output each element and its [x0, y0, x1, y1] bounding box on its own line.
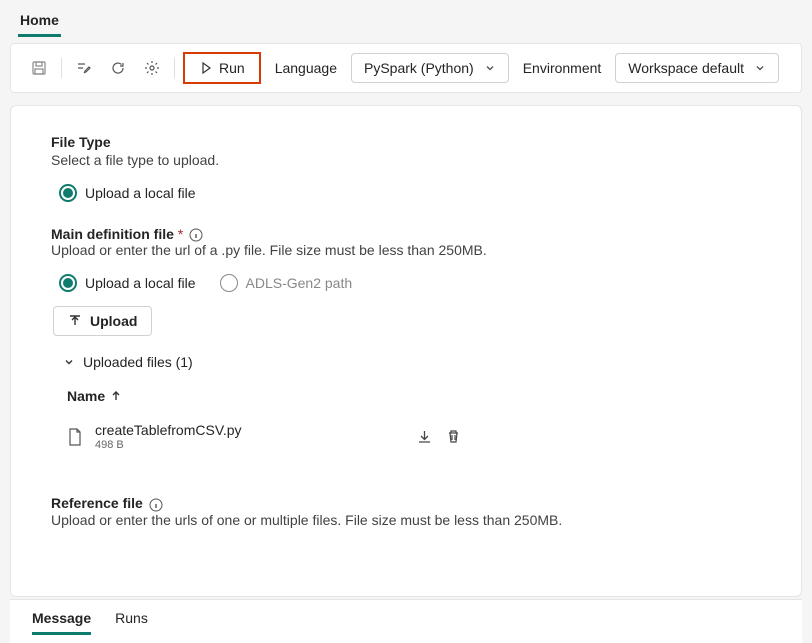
toolbar: Run Language PySpark (Python) Environmen…	[10, 43, 802, 93]
language-select[interactable]: PySpark (Python)	[351, 53, 509, 83]
radio-icon	[220, 274, 238, 292]
play-icon	[199, 61, 213, 75]
radio-main-adls[interactable]: ADLS-Gen2 path	[220, 274, 353, 292]
language-value: PySpark (Python)	[364, 60, 474, 76]
tab-runs[interactable]: Runs	[115, 610, 148, 635]
chevron-down-icon	[754, 62, 766, 74]
file-type-subtitle: Select a file type to upload.	[51, 152, 761, 168]
settings-icon[interactable]	[138, 54, 166, 82]
bottom-tab-bar: Message Runs	[10, 599, 802, 643]
refresh-icon[interactable]	[104, 54, 132, 82]
language-label: Language	[275, 60, 337, 76]
main-def-subtitle: Upload or enter the url of a .py file. F…	[51, 242, 761, 258]
file-size: 498 B	[95, 439, 242, 451]
run-button[interactable]: Run	[183, 52, 261, 84]
file-row: createTablefromCSV.py 498 B	[51, 414, 761, 459]
radio-icon	[59, 184, 77, 202]
chevron-down-icon	[484, 62, 496, 74]
reference-subtitle: Upload or enter the urls of one or multi…	[51, 512, 761, 528]
upload-button[interactable]: Upload	[53, 306, 152, 336]
chevron-down-icon	[63, 356, 75, 368]
col-name-label: Name	[67, 388, 105, 404]
separator	[174, 58, 175, 78]
tab-message[interactable]: Message	[32, 610, 91, 635]
separator	[61, 58, 62, 78]
edit-icon[interactable]	[70, 54, 98, 82]
sort-asc-icon	[111, 391, 121, 401]
reference-title: Reference file	[51, 495, 143, 511]
upload-label: Upload	[90, 313, 137, 329]
radio-label: Upload a local file	[85, 275, 196, 291]
save-icon[interactable]	[25, 54, 53, 82]
download-icon[interactable]	[417, 429, 432, 444]
column-header-name[interactable]: Name	[67, 388, 761, 404]
run-label: Run	[219, 60, 245, 76]
uploaded-files-label: Uploaded files (1)	[83, 354, 193, 370]
info-icon[interactable]	[149, 498, 163, 512]
radio-label: Upload a local file	[85, 185, 196, 201]
radio-main-local[interactable]: Upload a local file	[59, 274, 196, 292]
delete-icon[interactable]	[446, 429, 461, 444]
required-asterisk: *	[178, 226, 183, 242]
uploaded-files-toggle[interactable]: Uploaded files (1)	[63, 354, 761, 370]
upload-icon	[68, 314, 82, 328]
main-panel: File Type Select a file type to upload. …	[10, 105, 802, 597]
radio-upload-local[interactable]: Upload a local file	[59, 184, 196, 202]
file-icon	[67, 428, 83, 446]
environment-select[interactable]: Workspace default	[615, 53, 779, 83]
file-type-title: File Type	[51, 134, 761, 150]
radio-label: ADLS-Gen2 path	[246, 275, 353, 291]
environment-value: Workspace default	[628, 60, 744, 76]
tab-home[interactable]: Home	[18, 8, 61, 37]
main-def-title: Main definition file	[51, 226, 174, 242]
file-name: createTablefromCSV.py	[95, 422, 242, 438]
info-icon[interactable]	[189, 228, 203, 242]
environment-label: Environment	[523, 60, 602, 76]
radio-icon	[59, 274, 77, 292]
